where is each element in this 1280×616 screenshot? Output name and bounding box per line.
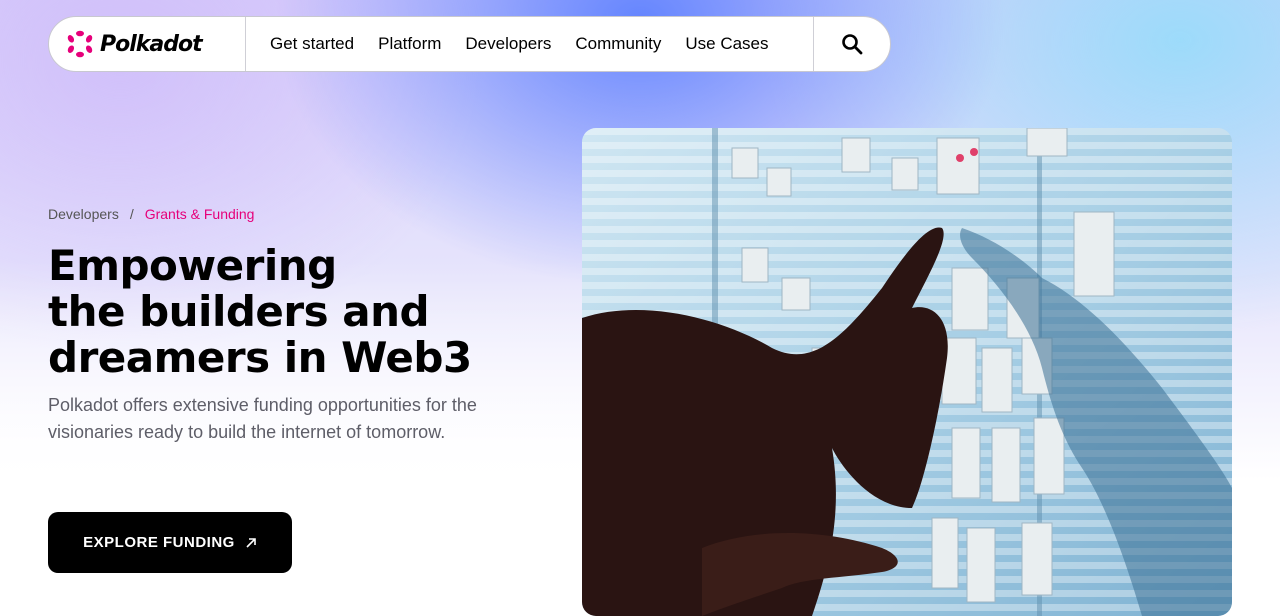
hero-description: Polkadot offers extensive funding opport… — [48, 395, 477, 442]
brand-name: Polkadot — [100, 31, 203, 57]
nav-menu: Get started Platform Developers Communit… — [246, 17, 814, 71]
top-navigation: Polkadot Get started Platform Developers… — [48, 16, 891, 72]
page-title-line-1: Empowering — [48, 241, 337, 290]
page-title: Empowering the builders and dreamers in … — [48, 243, 518, 381]
nav-item-platform[interactable]: Platform — [378, 34, 441, 54]
breadcrumb: Developers / Grants & Funding — [48, 206, 254, 222]
breadcrumb-separator: / — [129, 206, 134, 222]
search-icon — [842, 34, 863, 55]
nav-item-use-cases[interactable]: Use Cases — [685, 34, 768, 54]
polkadot-logo-icon — [67, 30, 93, 58]
arrow-up-right-icon — [246, 537, 256, 548]
explore-funding-button[interactable]: EXPLORE FUNDING — [48, 512, 292, 573]
breadcrumb-current: Grants & Funding — [144, 206, 255, 222]
breadcrumb-developers[interactable]: Developers — [48, 206, 119, 222]
nav-item-get-started[interactable]: Get started — [270, 34, 354, 54]
hero-image — [582, 128, 1232, 616]
brand-logo[interactable]: Polkadot — [49, 17, 246, 71]
hero-photo-illustration — [582, 128, 1232, 616]
explore-funding-label: EXPLORE FUNDING — [83, 534, 235, 551]
page-title-line-2: the builders and — [48, 287, 430, 336]
page-title-line-3: dreamers in Web3 — [48, 333, 472, 382]
nav-item-community[interactable]: Community — [575, 34, 661, 54]
nav-item-developers[interactable]: Developers — [465, 34, 551, 54]
search-button[interactable] — [814, 17, 890, 71]
